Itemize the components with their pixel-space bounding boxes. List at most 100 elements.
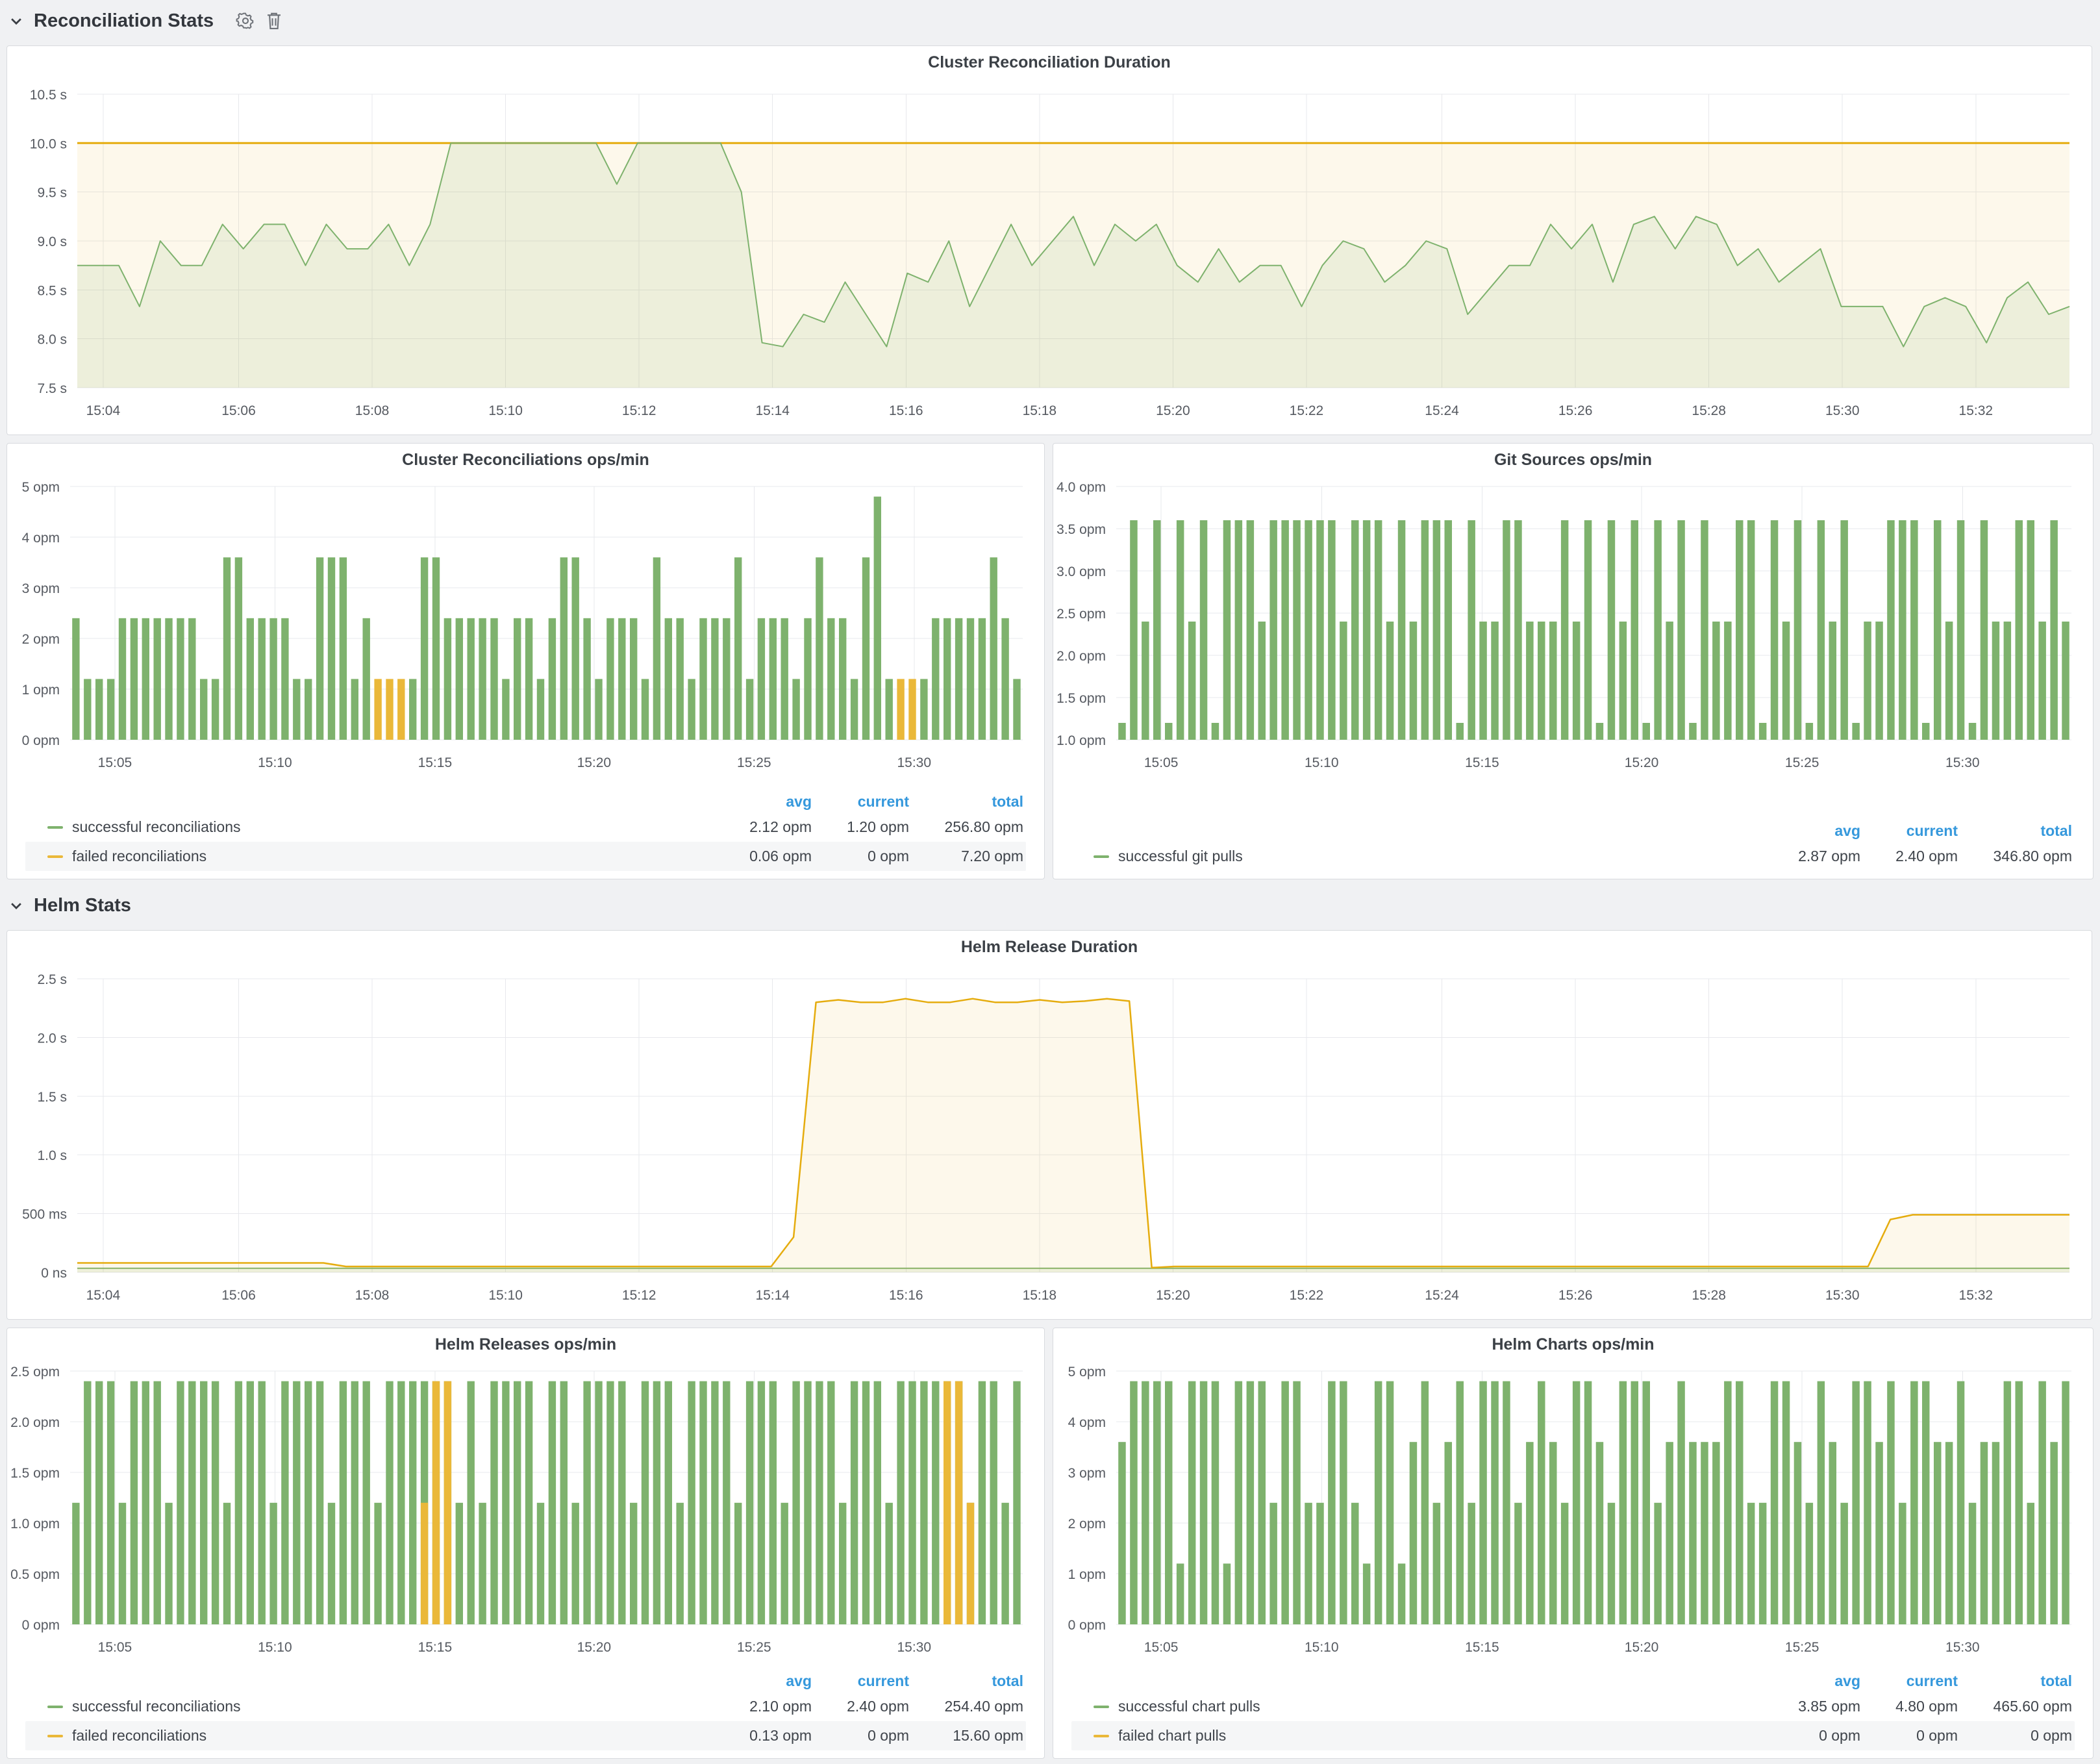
legend-row: failed reconciliations0.13 opm0 opm15.60… [25, 1721, 1026, 1750]
svg-text:15:05: 15:05 [98, 1640, 132, 1655]
svg-text:15:25: 15:25 [1785, 1640, 1819, 1655]
legend-row: failed reconciliations0.06 opm0 opm7.20 … [25, 842, 1026, 871]
svg-text:15:30: 15:30 [1825, 403, 1860, 418]
svg-text:15:30: 15:30 [897, 755, 931, 770]
panel-title[interactable]: Helm Release Duration [7, 931, 2092, 961]
legend-helm-releases: avgcurrenttotal successful reconciliation… [25, 1670, 1026, 1750]
legend-value: 2.40 opm [1860, 848, 1958, 865]
helm-releases-rate-chart[interactable]: 2.5 opm2.0 opm1.5 opm1.0 opm0.5 opm0 opm… [8, 1358, 1044, 1663]
svg-text:15:04: 15:04 [86, 1288, 121, 1303]
cluster-reconciliations-rate-chart[interactable]: 5 opm4 opm3 opm2 opm1 opm0 opm15:0515:10… [8, 473, 1044, 779]
chevron-down-icon[interactable] [9, 898, 23, 913]
gear-icon[interactable] [236, 11, 255, 31]
legend-header: avgcurrenttotal [25, 1670, 1026, 1692]
legend-col-current[interactable]: current [1860, 1672, 1958, 1690]
svg-text:3.5 opm: 3.5 opm [1056, 522, 1106, 537]
legend-col-avg[interactable]: avg [708, 1672, 812, 1690]
legend-value: 0.06 opm [708, 848, 812, 865]
svg-text:15:20: 15:20 [1156, 403, 1190, 418]
cluster-reconciliation-duration-chart[interactable]: 10.5 s10.0 s9.5 s9.0 s8.5 s8.0 s7.5 s15:… [8, 76, 2090, 427]
series-name: successful reconciliations [72, 818, 241, 836]
svg-text:15:24: 15:24 [1425, 403, 1459, 418]
series-name: failed reconciliations [72, 848, 206, 865]
svg-text:15:18: 15:18 [1023, 1288, 1057, 1303]
legend-col-total[interactable]: total [1958, 1672, 2072, 1690]
legend-series-toggle[interactable]: successful chart pulls [1094, 1698, 1756, 1715]
panel-cluster-reconciliation-duration: Cluster Reconciliation Duration 10.5 s10… [6, 45, 2092, 435]
svg-text:4.0 opm: 4.0 opm [1056, 480, 1106, 495]
svg-text:15:22: 15:22 [1290, 403, 1324, 418]
svg-text:15:20: 15:20 [1625, 755, 1659, 770]
panel-title[interactable]: Cluster Reconciliations ops/min [7, 444, 1044, 473]
legend-header: avgcurrenttotal [1071, 820, 2075, 842]
legend-value: 0 opm [812, 848, 909, 865]
row-header-reconciliation-stats: Reconciliation Stats [0, 3, 282, 39]
legend-value: 346.80 opm [1958, 848, 2072, 865]
svg-text:0 ns: 0 ns [41, 1266, 67, 1281]
series-color-dash [47, 855, 63, 858]
svg-text:15:12: 15:12 [622, 1288, 656, 1303]
svg-text:15:25: 15:25 [737, 755, 771, 770]
svg-text:15:25: 15:25 [1785, 755, 1819, 770]
legend-series-toggle[interactable]: successful reconciliations [47, 818, 708, 836]
svg-text:1.5 s: 1.5 s [37, 1090, 67, 1105]
helm-release-duration-chart[interactable]: 2.5 s2.0 s1.5 s1.0 s500 ms0 ns15:0415:06… [8, 961, 2090, 1311]
legend-col-current[interactable]: current [812, 1672, 909, 1690]
svg-text:15:10: 15:10 [488, 403, 523, 418]
legend-series-toggle[interactable]: successful git pulls [1094, 848, 1756, 865]
legend-header: avgcurrenttotal [25, 790, 1026, 813]
svg-text:15:05: 15:05 [1144, 755, 1179, 770]
legend-col-total[interactable]: total [909, 1672, 1023, 1690]
panel-title[interactable]: Helm Releases ops/min [7, 1328, 1044, 1358]
helm-charts-rate-chart[interactable]: 5 opm4 opm3 opm2 opm1 opm0 opm15:0515:10… [1054, 1358, 2092, 1663]
svg-text:15:14: 15:14 [755, 403, 790, 418]
legend-col-avg[interactable]: avg [708, 793, 812, 811]
legend-col-current[interactable]: current [1860, 822, 1958, 840]
svg-text:9.0 s: 9.0 s [37, 234, 67, 249]
chevron-down-icon[interactable] [9, 14, 23, 28]
svg-text:2.5 opm: 2.5 opm [10, 1365, 60, 1380]
section-title-reconciliation-stats[interactable]: Reconciliation Stats [34, 10, 214, 32]
svg-text:15:28: 15:28 [1692, 1288, 1726, 1303]
svg-text:4 opm: 4 opm [22, 531, 60, 546]
svg-text:15:10: 15:10 [258, 755, 292, 770]
legend-col-total[interactable]: total [909, 793, 1023, 811]
legend-series-toggle[interactable]: failed reconciliations [47, 1727, 708, 1745]
panel-title[interactable]: Cluster Reconciliation Duration [7, 46, 2092, 76]
git-sources-rate-chart[interactable]: 4.0 opm3.5 opm3.0 opm2.5 opm2.0 opm1.5 o… [1054, 473, 2092, 779]
svg-text:15:15: 15:15 [418, 1640, 453, 1655]
svg-text:15:10: 15:10 [1305, 755, 1339, 770]
legend-series-toggle[interactable]: successful reconciliations [47, 1698, 708, 1715]
svg-text:5 opm: 5 opm [22, 480, 60, 495]
svg-text:3 opm: 3 opm [1068, 1466, 1106, 1481]
section-title-helm-stats[interactable]: Helm Stats [34, 895, 131, 916]
svg-text:2 opm: 2 opm [22, 632, 60, 647]
legend-col-current[interactable]: current [812, 793, 909, 811]
legend-value: 4.80 opm [1860, 1698, 1958, 1715]
svg-text:15:06: 15:06 [221, 403, 256, 418]
panel-helm-releases-rate: Helm Releases ops/min 2.5 opm2.0 opm1.5 … [6, 1328, 1045, 1759]
svg-text:0 opm: 0 opm [22, 733, 60, 748]
svg-text:1.0 opm: 1.0 opm [1056, 733, 1106, 748]
svg-text:3 opm: 3 opm [22, 581, 60, 596]
legend-col-avg[interactable]: avg [1756, 822, 1860, 840]
legend-series-toggle[interactable]: failed chart pulls [1094, 1727, 1756, 1745]
svg-text:15:04: 15:04 [86, 403, 121, 418]
panel-title[interactable]: Git Sources ops/min [1053, 444, 2093, 473]
svg-text:15:14: 15:14 [755, 1288, 790, 1303]
legend-series-toggle[interactable]: failed reconciliations [47, 848, 708, 865]
svg-text:1 opm: 1 opm [22, 683, 60, 698]
legend-row: successful git pulls2.87 opm2.40 opm346.… [1071, 842, 2075, 871]
panel-helm-charts-rate: Helm Charts ops/min 5 opm4 opm3 opm2 opm… [1053, 1328, 2094, 1759]
svg-text:15:06: 15:06 [221, 1288, 256, 1303]
series-name: successful chart pulls [1118, 1698, 1260, 1715]
svg-text:1 opm: 1 opm [1068, 1567, 1106, 1582]
trash-icon[interactable] [266, 11, 282, 31]
legend-col-total[interactable]: total [1958, 822, 2072, 840]
panel-title[interactable]: Helm Charts ops/min [1053, 1328, 2093, 1358]
svg-text:15:15: 15:15 [1465, 1640, 1499, 1655]
legend-col-avg[interactable]: avg [1756, 1672, 1860, 1690]
svg-text:2.0 opm: 2.0 opm [1056, 649, 1106, 664]
svg-text:2 opm: 2 opm [1068, 1517, 1106, 1531]
svg-text:5 opm: 5 opm [1068, 1365, 1106, 1380]
